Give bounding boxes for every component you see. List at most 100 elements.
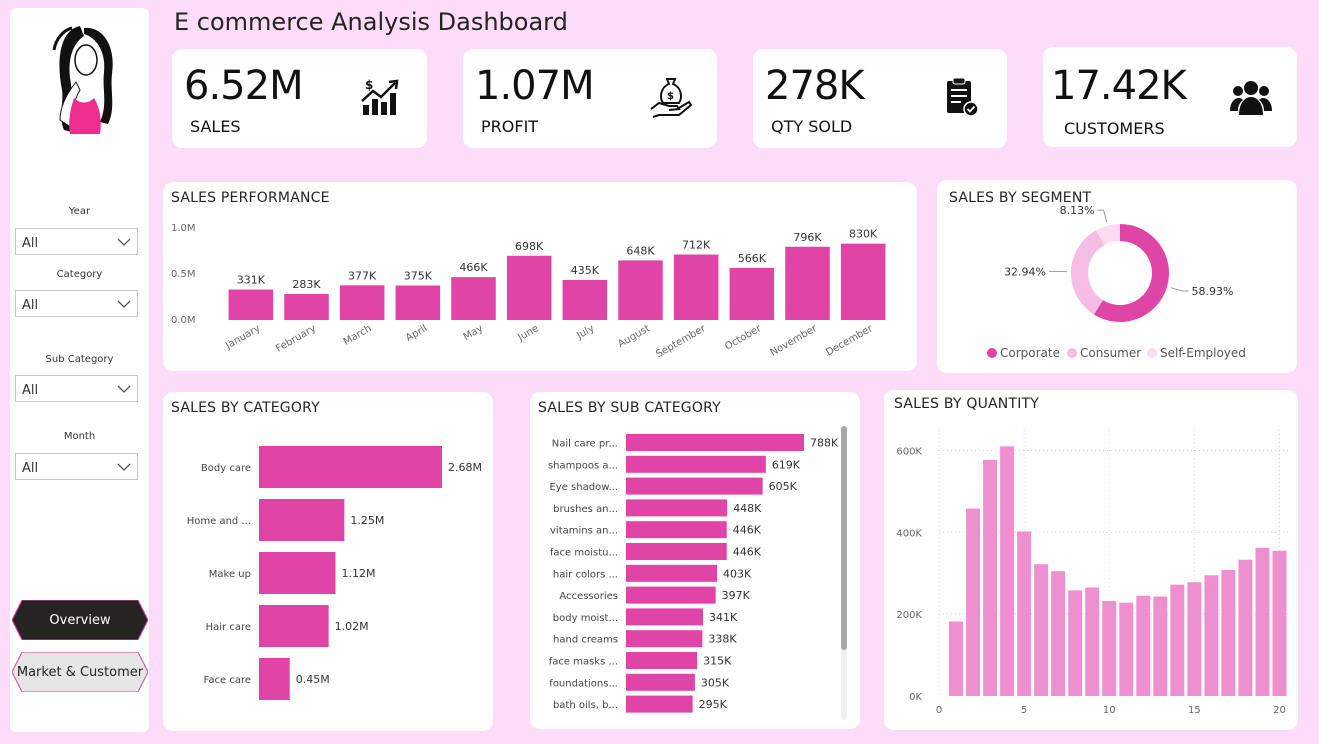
year-filter-label: Year xyxy=(68,206,91,217)
data-label: 830K xyxy=(849,228,878,241)
x-tick-label: December xyxy=(824,323,875,359)
sales-by-category-panel: SALES BY CATEGORY Body care 2.68M Home and… xyxy=(163,392,493,731)
bar-quantity-20 xyxy=(1272,550,1287,696)
customers-kpi-card: 17.42K CUSTOMERS xyxy=(1043,47,1297,147)
bar-quantity-7 xyxy=(1051,571,1066,696)
data-label: 619K xyxy=(772,458,801,471)
category-label: bath oils, b... xyxy=(553,700,618,711)
overview-nav-button[interactable]: Overview xyxy=(12,600,148,640)
bar-item xyxy=(259,552,336,594)
bar-quantity-17 xyxy=(1221,569,1236,696)
profit-kpi-label: PROFIT xyxy=(481,117,539,136)
category-dropdown[interactable]: All xyxy=(15,290,138,317)
sales-by-category-chart: Body care 2.68M Home and ... 1.25M Make up 1.… xyxy=(187,446,482,700)
data-label: 58.93% xyxy=(1191,285,1233,298)
x-tick-label: November xyxy=(768,323,819,359)
category-label: Face care xyxy=(204,675,251,686)
category-label: Hair care xyxy=(206,622,251,633)
market-customer-nav-button[interactable]: Market & Customer xyxy=(12,652,148,692)
bar-april xyxy=(395,285,441,320)
money-bag-hand-icon: $ xyxy=(650,78,693,118)
legend-marker xyxy=(987,348,997,358)
customers-kpi-value: 17.42K xyxy=(1051,63,1187,109)
leader-line xyxy=(1097,209,1108,222)
users-group-icon xyxy=(1230,81,1272,115)
bar-quantity-13 xyxy=(1153,596,1168,696)
year-dropdown-value: All xyxy=(22,236,39,251)
data-label: 397K xyxy=(722,589,751,602)
sub-category-scrollbar[interactable] xyxy=(841,426,847,720)
chevron-down-icon xyxy=(117,238,131,246)
category-label: Body care xyxy=(201,463,251,474)
customers-kpi-label: CUSTOMERS xyxy=(1064,119,1165,138)
data-label: 331K xyxy=(237,274,266,287)
data-label: 605K xyxy=(769,480,798,493)
sidebar: Year All Category All Sub Category All M… xyxy=(10,8,149,732)
data-label: 0.45M xyxy=(296,673,330,686)
month-filter-label: Month xyxy=(63,431,96,442)
x-tick-label: May xyxy=(462,323,485,343)
trend-chart-icon: $ xyxy=(361,78,399,115)
data-label: 698K xyxy=(515,240,544,253)
bar-quantity-1 xyxy=(949,621,964,696)
page-title: E commerce Analysis Dashboard xyxy=(174,8,568,36)
year-dropdown[interactable]: All xyxy=(15,228,138,255)
sub-category-scrollbar-thumb[interactable] xyxy=(841,426,847,650)
bar-quantity-3 xyxy=(983,459,998,696)
bar-may xyxy=(451,277,496,320)
sales-by-sub-category-panel: SALES BY SUB CATEGORY Nail care pr... 788… xyxy=(530,392,860,729)
sales-performance-chart: 0.0M 0.5M 1.0M 331K January 283K February 377K M… xyxy=(171,223,886,361)
bar-march xyxy=(339,285,385,320)
month-dropdown-value: All xyxy=(22,461,39,476)
data-label: 2.68M xyxy=(448,461,482,474)
sales-by-segment-panel: SALES BY SEGMENT 58.93% 32.94% 8.13% Corpor… xyxy=(937,180,1297,373)
y-tick-label: 400K xyxy=(896,528,922,539)
bar-june xyxy=(506,255,552,320)
sales-kpi-label: SALES xyxy=(190,117,241,136)
x-tick-label: September xyxy=(654,323,708,361)
sub-category-dropdown-value: All xyxy=(22,383,39,398)
sales-kpi-value: 6.52M xyxy=(184,63,304,109)
month-dropdown[interactable]: All xyxy=(15,453,138,480)
qty-sold-kpi-label: QTY SOLD xyxy=(771,117,853,136)
sub-category-dropdown[interactable]: All xyxy=(15,375,138,402)
bar-august xyxy=(618,260,663,320)
bar-item xyxy=(626,652,698,669)
bar-item xyxy=(259,499,345,541)
data-label: 1.02M xyxy=(335,620,369,633)
bar-november xyxy=(785,246,830,320)
bar-quantity-9 xyxy=(1085,587,1100,696)
qty-sold-kpi-value: 278K xyxy=(765,63,865,109)
bar-item xyxy=(626,630,703,648)
bar-item xyxy=(626,673,695,691)
chevron-down-icon xyxy=(117,300,131,308)
bar-item xyxy=(626,564,718,582)
x-tick-label: April xyxy=(404,323,429,344)
x-tick-label: July xyxy=(574,323,596,342)
leader-line xyxy=(1170,287,1189,292)
bar-quantity-4 xyxy=(1000,446,1015,696)
bar-october xyxy=(729,267,775,320)
svg-text:$: $ xyxy=(667,91,674,102)
data-label: 375K xyxy=(404,270,433,283)
data-label: 338K xyxy=(708,633,737,646)
sales-by-quantity-chart: 0K 200K 400K 600K 0 5 10 15 20 xyxy=(896,430,1288,716)
bar-february xyxy=(284,293,329,320)
sales-performance-panel: SALES PERFORMANCE 0.0M 0.5M 1.0M 331K Januar… xyxy=(163,182,917,371)
y-tick-label: 0K xyxy=(909,692,922,703)
data-label: 341K xyxy=(709,611,738,624)
chevron-down-icon xyxy=(117,463,131,471)
bar-december xyxy=(840,243,886,320)
bar-item xyxy=(259,658,290,700)
legend-entry: Corporate xyxy=(1000,346,1060,360)
data-label: 283K xyxy=(292,278,321,291)
y-tick-label: 1.0M xyxy=(171,223,196,234)
category-label: Accessories xyxy=(559,591,618,602)
data-label: 1.25M xyxy=(350,514,384,527)
qty-sold-kpi-card: 278K QTY SOLD xyxy=(753,49,1007,148)
bar-quantity-10 xyxy=(1102,601,1117,696)
bar-quantity-16 xyxy=(1204,575,1219,696)
bar-item xyxy=(626,695,693,713)
data-label: 435K xyxy=(571,264,600,277)
data-label: 712K xyxy=(682,238,711,251)
